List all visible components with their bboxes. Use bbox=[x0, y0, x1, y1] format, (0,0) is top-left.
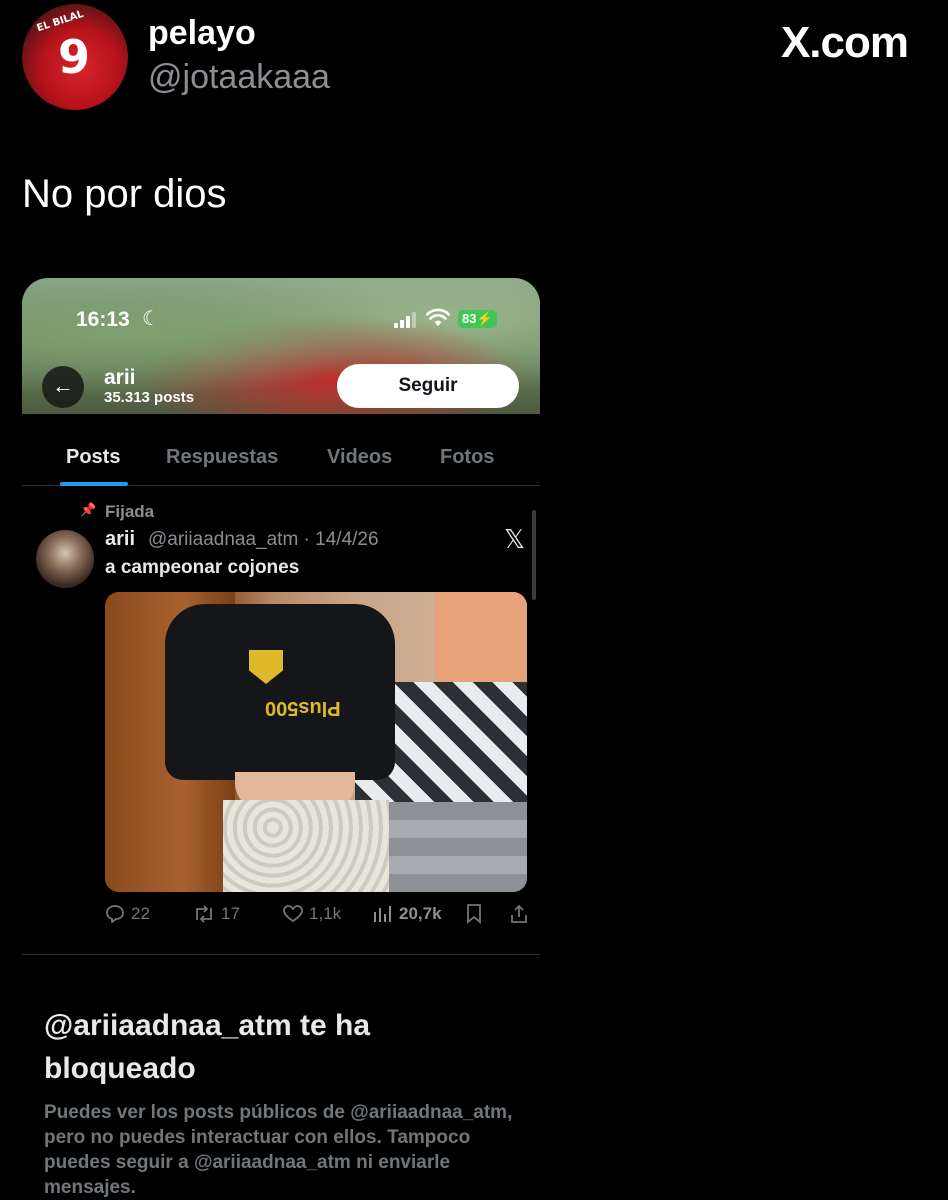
tweet-text: No por dios bbox=[22, 172, 227, 216]
like-count: 1,1k bbox=[309, 904, 342, 923]
post-text: a campeonar cojones bbox=[105, 557, 300, 578]
charging-icon: ⚡ bbox=[476, 311, 493, 326]
arrow-left-icon: ← bbox=[52, 373, 74, 398]
battery-level: 83 bbox=[462, 311, 477, 326]
bookmark-icon bbox=[467, 904, 481, 924]
views-icon bbox=[374, 906, 391, 922]
signal-icon bbox=[394, 312, 418, 328]
bookmark-button[interactable] bbox=[465, 904, 483, 924]
tab-posts[interactable]: Posts bbox=[66, 446, 120, 469]
share-icon bbox=[511, 904, 527, 923]
follow-button[interactable]: Seguir bbox=[337, 364, 519, 408]
tab-respuestas[interactable]: Respuestas bbox=[166, 446, 278, 469]
profile-tabs: Posts Respuestas Videos Fotos bbox=[22, 438, 540, 486]
status-time: 16:13 bbox=[76, 308, 130, 331]
tab-videos[interactable]: Videos bbox=[327, 446, 392, 469]
views-button[interactable]: 20,7k bbox=[373, 904, 442, 924]
photo-shirt bbox=[165, 604, 395, 780]
repost-count: 17 bbox=[221, 904, 240, 923]
author-display-name[interactable]: pelayo bbox=[148, 14, 256, 53]
like-button[interactable]: 1,1k bbox=[283, 904, 341, 924]
post-author-name[interactable]: arii bbox=[105, 528, 135, 551]
embedded-screenshot: 16:13 ☾ 83⚡ ← arii 35.313 posts Seguir P… bbox=[22, 278, 540, 1200]
repost-icon bbox=[196, 905, 212, 923]
profile-posts-count: 35.313 posts bbox=[104, 389, 195, 406]
heart-icon bbox=[283, 905, 303, 923]
divider bbox=[22, 954, 540, 955]
battery-indicator: 83⚡ bbox=[458, 310, 497, 328]
blocked-description: Puedes ver los posts públicos de @ariiaa… bbox=[44, 1102, 513, 1198]
active-tab-indicator bbox=[60, 482, 128, 486]
profile-name: arii bbox=[104, 366, 136, 389]
views-count: 20,7k bbox=[399, 904, 442, 923]
reply-button[interactable]: 22 bbox=[105, 904, 150, 924]
author-handle[interactable]: @jotaakaaa bbox=[148, 58, 330, 97]
photo-sponsor-text: Plus500 bbox=[265, 697, 341, 719]
author-avatar[interactable]: EL BILAL 9 bbox=[22, 4, 128, 110]
reply-count: 22 bbox=[131, 904, 150, 923]
reply-icon bbox=[106, 905, 124, 923]
back-button[interactable]: ← bbox=[42, 366, 84, 408]
photo-pants bbox=[223, 800, 389, 892]
share-button[interactable] bbox=[509, 904, 529, 924]
blocked-title: @ariiaadnaa_atm te ha bloqueado bbox=[44, 1009, 371, 1085]
scrollbar[interactable] bbox=[532, 510, 536, 600]
post-meta: @ariiaadnaa_atm · 14/4/26 bbox=[148, 529, 379, 550]
post-photo[interactable]: Plus500 bbox=[105, 592, 527, 892]
photo-wall bbox=[435, 592, 527, 682]
repost-button[interactable]: 17 bbox=[193, 904, 240, 924]
moon-icon: ☾ bbox=[142, 308, 160, 330]
avatar-jersey-number: 9 bbox=[58, 30, 91, 84]
tab-fotos[interactable]: Fotos bbox=[440, 446, 494, 469]
x-logo-icon: 𝕏 bbox=[504, 524, 525, 554]
wifi-icon bbox=[426, 308, 450, 326]
pinned-label: Fijada bbox=[105, 502, 155, 521]
pin-icon: 📌 bbox=[80, 502, 97, 517]
x-logo: X.com bbox=[780, 18, 909, 67]
post-author-avatar[interactable] bbox=[36, 530, 94, 588]
post-actions: 22 17 1,1k 20,7k bbox=[105, 904, 535, 928]
